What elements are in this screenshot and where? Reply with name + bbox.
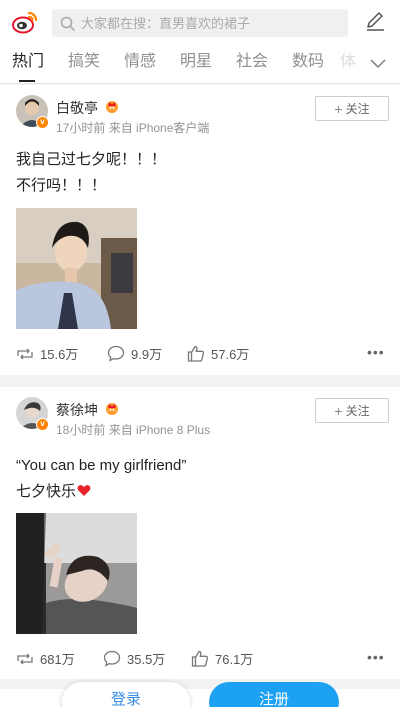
username[interactable]: 白敬亭 — [56, 98, 98, 118]
post-actions: 15.6万 9.9万 57.6万 ••• — [0, 344, 400, 368]
search-input[interactable] — [81, 15, 341, 31]
thumbs-up-icon — [191, 650, 209, 667]
post-meta: 17小时前 来自 iPhone客户端 — [56, 119, 209, 136]
repost-icon — [17, 348, 33, 359]
post-text-line: 我自己过七夕呢！！！ — [16, 151, 167, 168]
follow-label: 关注 — [345, 404, 370, 418]
tab-society[interactable]: 社会 — [224, 48, 280, 84]
crown-icon — [106, 101, 118, 113]
search-icon — [60, 16, 75, 31]
verified-badge: v — [36, 116, 49, 129]
post-text: 我自己过七夕呢！！！ 不行吗！！！ — [16, 147, 166, 199]
tab-digital[interactable]: 数码 — [280, 48, 336, 84]
post-time: 17小时前 — [56, 121, 106, 135]
like-button[interactable]: 57.6万 — [187, 344, 249, 363]
post-text-line: 七夕快乐 — [16, 483, 77, 500]
repost-button[interactable]: 15.6万 — [16, 344, 78, 363]
crown-icon — [106, 403, 118, 415]
like-count: 57.6万 — [211, 347, 250, 362]
top-header: 热门 搞笑 情感 明星 社会 数码 体 — [0, 0, 400, 84]
feed-card: v 蔡徐坤 18小时前 来自 iPhone 8 Plus + 关注 “You c… — [0, 387, 400, 679]
comment-button[interactable]: 35.5万 — [103, 649, 165, 668]
more-icon[interactable]: ••• — [367, 344, 385, 360]
post-text-line-wrap: 七夕快乐 — [16, 479, 186, 505]
post-image[interactable] — [16, 208, 137, 329]
like-count: 76.1万 — [215, 652, 254, 667]
follow-button[interactable]: + 关注 — [315, 96, 389, 121]
comment-icon — [107, 345, 125, 362]
tab-sports[interactable]: 体 — [336, 48, 358, 84]
channel-tabs: 热门 搞笑 情感 明星 社会 数码 体 — [0, 48, 400, 84]
heart-icon — [77, 485, 91, 496]
follow-button[interactable]: + 关注 — [315, 398, 389, 423]
thumbs-up-icon — [187, 345, 205, 362]
tab-funny[interactable]: 搞笑 — [56, 48, 112, 84]
post-source: 来自 iPhone 8 Plus — [108, 423, 211, 437]
weibo-logo-icon[interactable] — [12, 10, 38, 34]
username[interactable]: 蔡徐坤 — [56, 400, 98, 420]
comment-button[interactable]: 9.9万 — [107, 344, 162, 363]
search-bar[interactable] — [52, 9, 348, 37]
repost-icon — [17, 653, 33, 664]
plus-icon: + — [334, 402, 343, 419]
tab-emotion[interactable]: 情感 — [112, 48, 168, 84]
register-button[interactable]: 注册 — [209, 682, 339, 707]
repost-count: 15.6万 — [40, 347, 79, 362]
repost-button[interactable]: 681万 — [16, 649, 75, 668]
post-text-line: “You can be my girlfriend” — [16, 457, 187, 474]
plus-icon: + — [334, 100, 343, 117]
post-image[interactable] — [16, 513, 137, 634]
tab-hot[interactable]: 热门 — [0, 48, 56, 84]
repost-count: 681万 — [40, 652, 75, 667]
verified-badge: v — [36, 418, 49, 431]
comment-count: 35.5万 — [127, 652, 166, 667]
post-text: “You can be my girlfriend” 七夕快乐 — [16, 453, 186, 505]
comment-icon — [103, 650, 121, 667]
compose-icon[interactable] — [364, 10, 386, 32]
like-button[interactable]: 76.1万 — [191, 649, 253, 668]
login-button[interactable]: 登录 — [62, 682, 190, 707]
post-actions: 681万 35.5万 76.1万 ••• — [0, 649, 400, 673]
post-meta: 18小时前 来自 iPhone 8 Plus — [56, 421, 210, 438]
post-text-line: 不行吗！！！ — [16, 177, 107, 194]
chevron-down-icon[interactable] — [366, 54, 390, 72]
post-source: 来自 iPhone客户端 — [108, 121, 210, 135]
feed-card: v 白敬亭 17小时前 来自 iPhone客户端 + 关注 我自己过七夕呢！！！… — [0, 85, 400, 375]
tab-stars[interactable]: 明星 — [168, 48, 224, 84]
more-icon[interactable]: ••• — [367, 649, 385, 665]
feed-card — [0, 689, 400, 707]
post-time: 18小时前 — [56, 423, 106, 437]
comment-count: 9.9万 — [131, 347, 163, 362]
follow-label: 关注 — [345, 102, 370, 116]
